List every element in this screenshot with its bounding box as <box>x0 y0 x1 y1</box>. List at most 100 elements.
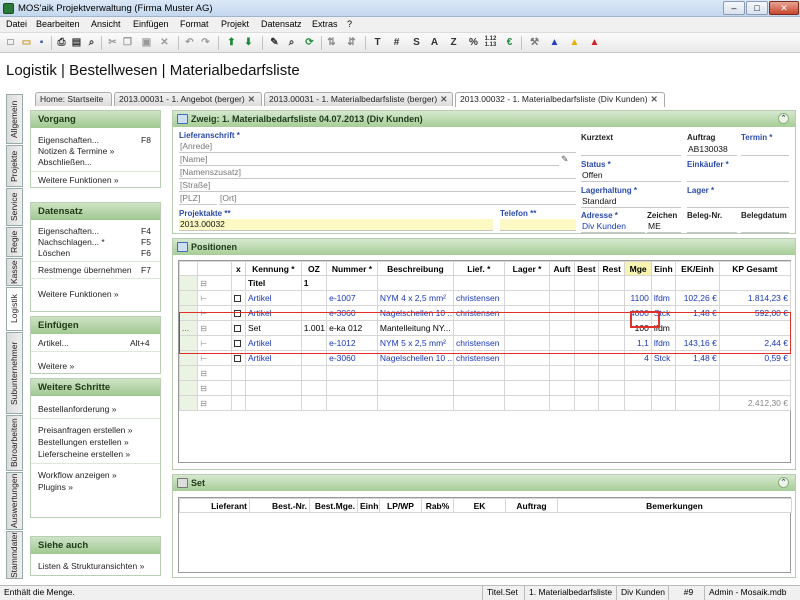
col-beschreibung[interactable]: Beschreibung <box>376 261 454 276</box>
einkaeufer-field[interactable] <box>687 170 789 182</box>
cell-kp-gesamt[interactable]: 1.814,23 € <box>718 290 792 306</box>
listen-link[interactable]: Listen & Strukturansichten » <box>38 561 144 571</box>
loeschen-link[interactable]: Löschen F6 <box>38 248 151 258</box>
close-window-button[interactable]: ✕ <box>769 1 799 15</box>
empty-cell[interactable] <box>718 365 792 381</box>
empty-cell[interactable] <box>650 380 677 396</box>
empty-cell[interactable] <box>230 395 246 411</box>
cut-icon[interactable]: ✂ <box>106 36 119 49</box>
vtab-stammdaten[interactable]: Stammdaten <box>6 531 23 579</box>
col-ek-einh[interactable]: EK/Einh <box>675 261 720 276</box>
cell-mge[interactable] <box>624 275 652 291</box>
col-set-einh[interactable]: Einh <box>357 498 380 513</box>
cell-rest[interactable] <box>598 275 626 291</box>
vtab-bueroarbeiten[interactable]: Büroarbeiten <box>6 415 23 471</box>
bestellanforderung-link[interactable]: Bestellanforderung » <box>38 404 116 414</box>
empty-cell[interactable]: ⊟ <box>197 395 232 411</box>
col-set-bestmge[interactable]: Best.Mge. <box>309 498 358 513</box>
lager-field[interactable] <box>687 196 789 208</box>
cell-oz[interactable]: 1 <box>300 275 328 291</box>
empty-cell[interactable] <box>178 365 199 381</box>
empty-cell[interactable] <box>326 365 378 381</box>
cell-rest[interactable] <box>598 290 626 306</box>
collapse-icon[interactable]: ⌃ <box>778 113 789 124</box>
adresse-field[interactable]: Div Kunden <box>581 221 645 233</box>
empty-cell[interactable] <box>452 395 505 411</box>
menu-einfuegen[interactable]: Einfügen <box>133 19 169 29</box>
row-checkbox[interactable] <box>230 275 246 291</box>
format-title-button[interactable]: T <box>371 36 384 49</box>
empty-cell[interactable] <box>452 380 505 396</box>
euro-icon[interactable]: € <box>503 36 516 49</box>
print-preview-icon[interactable]: ⌕ <box>85 36 98 49</box>
find-icon[interactable]: ⌕ <box>285 36 298 49</box>
vorgang-eigenschaften-link[interactable]: Eigenschaften... F8 <box>38 135 151 145</box>
cell-best[interactable] <box>573 290 600 306</box>
empty-cell[interactable] <box>573 380 600 396</box>
empty-cell[interactable] <box>326 380 378 396</box>
vtab-auswertungen[interactable]: Auswertungen <box>6 472 23 530</box>
workflow-link[interactable]: Workflow anzeigen » <box>38 470 117 480</box>
nachschlagen-link[interactable]: Nachschlagen... * F5 <box>38 237 151 247</box>
empty-cell[interactable]: ⊟ <box>197 365 232 381</box>
cell-mge[interactable]: 1100 <box>624 290 652 306</box>
empty-cell[interactable] <box>718 380 792 396</box>
open-folder-icon[interactable]: ▭ <box>20 36 33 49</box>
empty-cell[interactable] <box>598 380 626 396</box>
move-down-icon[interactable]: ⬇ <box>242 36 255 49</box>
col-kp-gesamt[interactable]: KP Gesamt <box>718 261 792 276</box>
empty-cell[interactable] <box>675 395 720 411</box>
weitere-funktionen-link[interactable]: Weitere Funktionen » <box>38 175 119 185</box>
empty-cell[interactable]: ⊟ <box>197 380 232 396</box>
cell-ek-einh[interactable] <box>675 275 720 291</box>
vtab-logistik[interactable]: Logistik <box>6 287 23 331</box>
col-set-auftrag[interactable]: Auftrag <box>505 498 558 513</box>
empty-cell[interactable] <box>244 380 302 396</box>
empty-cell[interactable] <box>598 395 626 411</box>
vtab-regie[interactable]: Regie <box>6 227 23 257</box>
cell-auft[interactable] <box>549 290 575 306</box>
cell-nummer[interactable] <box>326 275 378 291</box>
undo-icon[interactable]: ↶ <box>183 36 196 49</box>
empty-cell[interactable] <box>598 365 626 381</box>
tab-mbl-berger[interactable]: 2013.00031 - 1. Materialbedarfsliste (be… <box>264 92 453 106</box>
cell-ek-einh[interactable]: 102,26 € <box>675 290 720 306</box>
lookup-icon[interactable]: ✎ <box>561 154 569 165</box>
lock-red-icon[interactable]: ▲ <box>588 36 601 49</box>
status-field[interactable]: Offen <box>581 170 681 182</box>
col-einh[interactable]: Einh <box>650 261 677 276</box>
cell-kp-gesamt[interactable] <box>718 275 792 291</box>
cell-auft[interactable] <box>549 275 575 291</box>
menu-bearbeiten[interactable]: Bearbeiten <box>36 19 80 29</box>
cell-nummer[interactable]: e-1007 <box>326 290 378 306</box>
tools-icon[interactable]: ⚒ <box>528 36 541 49</box>
lock-yellow-icon[interactable]: ▲ <box>568 36 581 49</box>
restmenge-link[interactable]: Restmenge übernehmen F7 <box>38 265 151 275</box>
cell-beschreibung[interactable]: NYM 4 x 2,5 mm² <box>376 290 454 306</box>
col-set-lpwp[interactable]: LP/WP <box>379 498 422 513</box>
save-icon[interactable]: ▪ <box>35 36 48 49</box>
lieferscheine-link[interactable]: Lieferscheine erstellen » <box>38 449 130 459</box>
empty-cell[interactable] <box>178 395 199 411</box>
col-set-bestnr[interactable]: Best.-Nr. <box>249 498 310 513</box>
col-set-ek[interactable]: EK <box>453 498 506 513</box>
numbering-button[interactable]: 1.12 1.13 <box>484 36 497 49</box>
abschliessen-link[interactable]: Abschließen... <box>38 157 92 167</box>
vtab-subunternehmer[interactable]: Subunternehmer <box>6 332 23 414</box>
delete-icon[interactable]: ✕ <box>158 36 171 49</box>
empty-cell[interactable] <box>300 395 328 411</box>
minimize-button[interactable]: – <box>723 1 745 15</box>
vtab-allgemein[interactable]: Allgemein <box>6 94 23 144</box>
datensatz-eigenschaften-link[interactable]: Eigenschaften... F4 <box>38 226 151 236</box>
move-up-icon[interactable]: ⬆ <box>225 36 238 49</box>
empty-cell[interactable] <box>452 365 505 381</box>
empty-cell[interactable] <box>573 395 600 411</box>
format-s-button[interactable]: S <box>410 36 423 49</box>
bestellungen-link[interactable]: Bestellungen erstellen » <box>38 437 129 447</box>
telefon-field[interactable] <box>500 219 576 231</box>
lock-blue-icon[interactable]: ▲ <box>548 36 561 49</box>
table-row[interactable]: ⊟ <box>178 365 792 381</box>
empty-cell[interactable] <box>376 395 454 411</box>
empty-cell[interactable] <box>230 380 246 396</box>
empty-cell[interactable] <box>244 365 302 381</box>
